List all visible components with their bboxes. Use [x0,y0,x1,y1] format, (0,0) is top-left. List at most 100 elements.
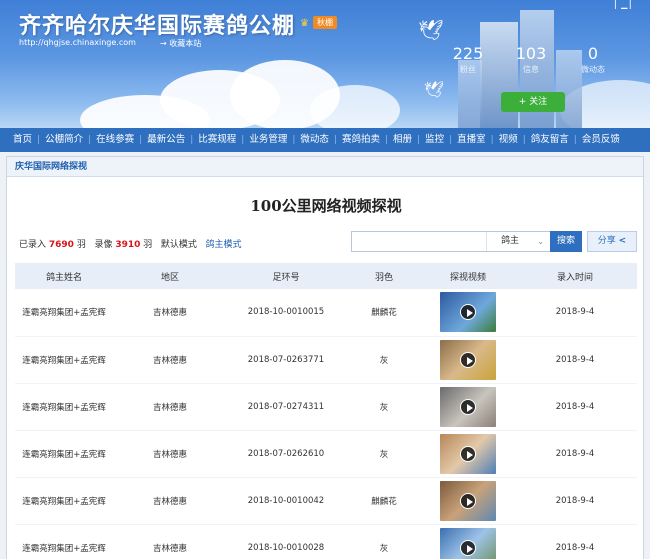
video-thumbnail[interactable] [440,339,496,380]
cell-ring: 2018-10-0010042 [227,477,345,525]
search-input[interactable] [352,232,482,251]
play-icon[interactable] [460,351,476,368]
top-links: ▏▁ ▏ [615,0,636,9]
entered-unit: 羽 [76,240,86,250]
cell-ring: 2018-07-0262610 [227,430,345,478]
vip-badge: 秋棚 [313,16,337,29]
nav-item-rules[interactable]: 比赛规程 [193,128,241,152]
play-icon[interactable] [460,304,476,321]
nav-item-auction[interactable]: 赛鸽拍卖 [337,128,385,152]
cell-ring: 2018-07-0263771 [227,336,345,384]
nav-item-video[interactable]: 视频 [494,128,523,152]
cell-owner: 连霸亮翔集团+孟宪辉 [15,524,113,559]
stat-info-count: 103 [515,44,547,63]
nav-item-micro[interactable]: 微动态 [295,128,334,152]
favorite-label: 收藏本站 [169,39,202,48]
search-box: 鸽主 ⌄ [351,231,551,252]
nav-item-intro[interactable]: 公棚简介 [40,128,88,152]
nav-item-monitor[interactable]: 监控 [420,128,449,152]
owner-mode-link[interactable]: 鸽主模式 [205,240,241,250]
cell-video [423,524,513,559]
table-row: 连霸亮翔集团+孟宪辉 吉林德惠 2018-07-0274311 灰 2018-9… [15,383,637,431]
share-button[interactable]: 分享 < [587,231,637,252]
cell-date: 2018-9-4 [513,336,637,384]
default-mode-link[interactable]: 默认模式 [161,240,197,250]
cell-region: 吉林德惠 [113,477,227,525]
table-row: 连霸亮翔集团+孟宪辉 吉林德惠 2018-07-0263771 灰 2018-9… [15,336,637,384]
page-title: 100公里网络视频探视 [250,197,402,215]
play-icon[interactable] [460,398,476,415]
arrow-icon: → [160,39,170,48]
video-thumbnail[interactable] [440,386,496,427]
cell-color: 灰 [345,336,423,384]
panel-breadcrumb[interactable]: 庆华国际网络探视 [7,157,643,177]
video-thumbnail[interactable] [440,292,496,333]
nav-item-live[interactable]: 直播室 [452,128,491,152]
col-header-date: 录入时间 [513,263,637,289]
main-nav: 首页 | 公棚简介 | 在线参赛 | 最新公告 | 比赛规程 | 业务管理 | 微动态 | 赛… [0,128,650,152]
cell-ring: 2018-10-0010015 [227,289,345,337]
nav-item-album[interactable]: 相册 [388,128,417,152]
cell-date: 2018-9-4 [513,477,637,525]
nav-item-feedback[interactable]: 会员反馈 [577,128,625,152]
favorite-link[interactable]: → 收藏本站 [160,38,201,49]
cloud-decoration [310,85,400,128]
play-icon[interactable] [460,492,476,509]
stat-micro-label: 微动态 [581,65,605,74]
cell-owner: 连霸亮翔集团+孟宪辉 [15,289,113,337]
cell-owner: 连霸亮翔集团+孟宪辉 [15,336,113,384]
cell-ring: 2018-10-0010028 [227,524,345,559]
entered-label: 已录入 [19,240,47,250]
play-icon[interactable] [460,539,476,556]
cell-region: 吉林德惠 [113,430,227,478]
cell-video [423,336,513,384]
building-decoration [480,22,518,128]
search-button[interactable]: 搜索 [550,231,582,252]
stat-fans[interactable]: 225 粉丝 [438,44,498,75]
stat-info-label: 信息 [523,65,539,74]
play-icon[interactable] [460,445,476,462]
stat-info[interactable]: 103 信息 [501,44,561,75]
entered-count: 7690 [48,240,74,250]
cell-region: 吉林德惠 [113,336,227,384]
share-label: 分享 [597,236,616,246]
cell-region: 吉林德惠 [113,289,227,337]
col-header-region: 地区 [113,263,227,289]
chevron-down-icon: ⌄ [537,237,544,246]
nav-item-home[interactable]: 首页 [8,128,37,152]
cell-owner: 连霸亮翔集团+孟宪辉 [15,430,113,478]
cell-color: 灰 [345,430,423,478]
search-field-select[interactable]: 鸽主 ⌄ [486,232,550,251]
video-table: 鸽主姓名 地区 足环号 羽色 探视视频 录入时间 连霸亮翔集团+孟宪辉 吉林德惠… [15,263,637,559]
col-header-video: 探视视频 [423,263,513,289]
nav-item-business[interactable]: 业务管理 [244,128,292,152]
video-thumbnail[interactable] [440,433,496,474]
shown-count: 3910 [115,240,141,250]
table-row: 连霸亮翔集团+孟宪辉 吉林德惠 2018-07-0262610 灰 2018-9… [15,430,637,478]
share-icon: < [618,236,627,246]
site-header: 🕊 🕊 ▏▁ ▏ 齐齐哈尔庆华国际赛鸽公棚 ♛ 秋棚 http://qhgjse… [0,0,650,128]
stat-micro[interactable]: 0 微动态 [563,44,623,75]
count-summary: 已录入 7690 羽 录像 3910 羽 默认模式 鸽主模式 [19,237,242,250]
shown-label: 录像 [94,240,113,250]
cell-ring: 2018-07-0274311 [227,383,345,431]
table-row: 连霸亮翔集团+孟宪辉 吉林德惠 2018-10-0010028 灰 2018-9… [15,524,637,559]
nav-item-news[interactable]: 最新公告 [142,128,190,152]
nav-item-online-entry[interactable]: 在线参赛 [91,128,139,152]
cell-date: 2018-9-4 [513,289,637,337]
video-thumbnail[interactable] [440,480,496,521]
cell-color: 灰 [345,383,423,431]
nav-item-guestbook[interactable]: 鸽友留言 [526,128,574,152]
cell-video [423,430,513,478]
content-panel: 庆华国际网络探视 100公里网络视频探视 已录入 7690 羽 录像 3910 … [6,156,644,559]
col-header-owner: 鸽主姓名 [15,263,113,289]
cell-region: 吉林德惠 [113,383,227,431]
dove-icon: 🕊 [418,18,444,42]
crown-icon: ♛ [300,18,309,29]
cell-color: 麒麟花 [345,477,423,525]
video-thumbnail[interactable] [440,527,496,559]
site-url[interactable]: http://qhgjse.chinaxinge.com [19,38,136,47]
shown-unit: 羽 [143,240,153,250]
follow-button[interactable]: + 关注 [501,92,565,112]
site-title: 齐齐哈尔庆华国际赛鸽公棚 [19,14,296,39]
